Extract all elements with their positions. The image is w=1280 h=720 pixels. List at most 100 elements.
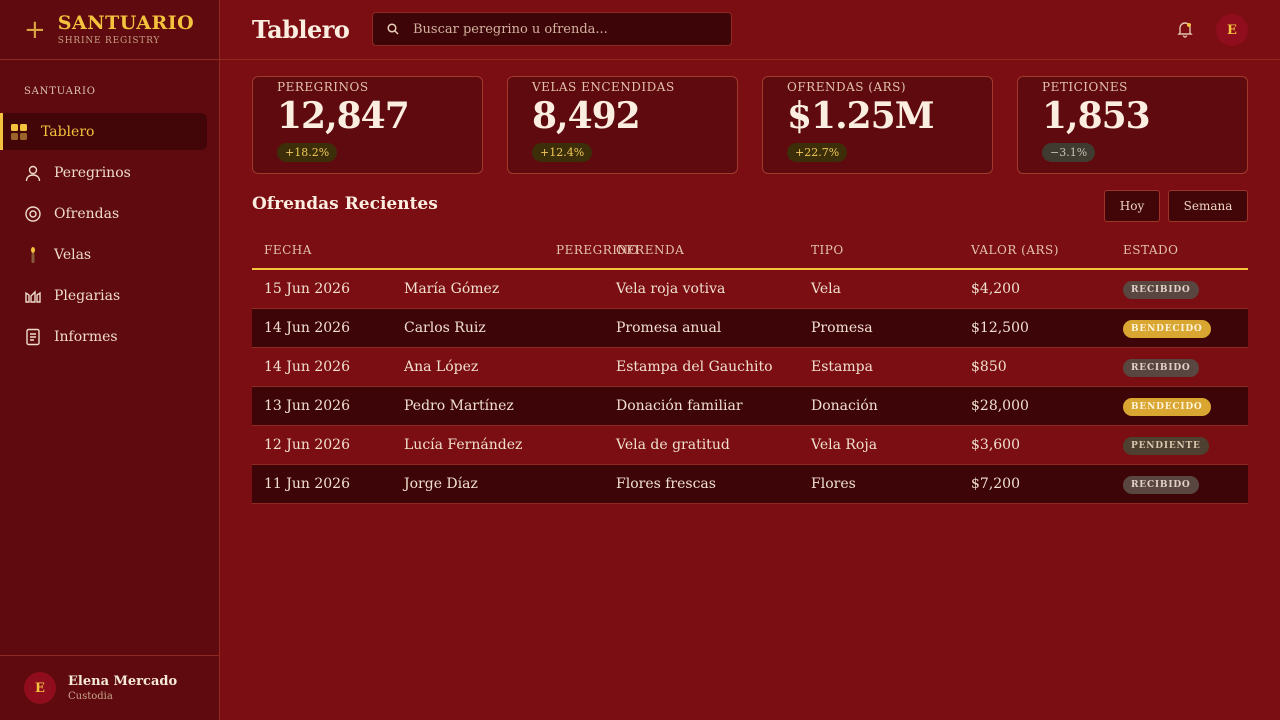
- hands-icon: [24, 287, 42, 305]
- stat-value: 8,492: [532, 95, 641, 137]
- table-cell: 13 Jun 2026: [264, 398, 350, 414]
- table-body: 15 Jun 2026 María Gómez Vela roja votiva Ve…: [252, 270, 1248, 504]
- offerings-table: FECHA PEREGRINO OFRENDA TIPO VALOR (ARS)…: [252, 232, 1248, 504]
- status-badge: RECIBIDO: [1123, 475, 1199, 494]
- sidebar: + SANTUARIO SHRINE REGISTRY SANTUARIO Ta…: [0, 0, 220, 720]
- stat-value: $1.25M: [787, 95, 935, 137]
- table-cell: $12,500: [971, 320, 1029, 336]
- table-cell: Estampa del Gauchito: [616, 359, 773, 375]
- filter-semana-button[interactable]: Semana: [1168, 190, 1248, 222]
- stat-card-peregrinos: PEREGRINOS 12,847 +18.2%: [252, 76, 483, 174]
- table-cell: Promesa: [811, 320, 873, 336]
- table-cell: 12 Jun 2026: [264, 437, 350, 453]
- status-badge: PENDIENTE: [1123, 436, 1209, 455]
- status-badge: RECIBIDO: [1123, 280, 1199, 299]
- person-icon: [24, 164, 42, 182]
- table-cell: Ana López: [404, 359, 479, 375]
- nav-section-label: SANTUARIO: [24, 86, 96, 97]
- user-name: Elena Mercado: [68, 674, 178, 689]
- column-header[interactable]: PEREGRINO: [404, 243, 638, 257]
- search-input[interactable]: [413, 21, 703, 37]
- table-cell: $4,200: [971, 281, 1020, 297]
- table-cell: $3,600: [971, 437, 1020, 453]
- table-row[interactable]: 14 Jun 2026 Ana López Estampa del Gauchito…: [252, 348, 1248, 387]
- sidebar-item-label: Informes: [54, 328, 118, 345]
- page-title: Tablero: [252, 15, 350, 44]
- section-title: Ofrendas Recientes: [252, 194, 438, 214]
- cross-icon: +: [24, 14, 46, 45]
- filter-hoy-button[interactable]: Hoy: [1104, 190, 1160, 222]
- search-icon: [387, 20, 399, 39]
- table-cell: Pedro Martínez: [404, 398, 514, 414]
- column-header[interactable]: VALOR (ARS): [971, 243, 1123, 257]
- stat-delta: +18.2%: [277, 143, 338, 162]
- table-cell: BENDECIDO: [1123, 397, 1248, 416]
- column-header[interactable]: TIPO: [811, 243, 971, 257]
- table-cell: Vela roja votiva: [616, 281, 726, 297]
- grid-icon: [10, 123, 28, 141]
- target-icon: [24, 205, 42, 223]
- stat-label: VELAS ENCENDIDAS: [532, 80, 675, 94]
- table-cell: BENDECIDO: [1123, 319, 1248, 338]
- table-row[interactable]: 15 Jun 2026 María Gómez Vela roja votiva Ve…: [252, 270, 1248, 309]
- stat-label: OFRENDAS (ARS): [787, 80, 907, 94]
- user-role: Custodia: [68, 691, 113, 702]
- table-header: FECHA PEREGRINO OFRENDA TIPO VALOR (ARS)…: [252, 232, 1248, 270]
- brand[interactable]: + SANTUARIO SHRINE REGISTRY: [0, 0, 219, 60]
- stat-label: PEREGRINOS: [277, 80, 369, 94]
- column-header[interactable]: ESTADO: [1123, 243, 1248, 257]
- candle-icon: [24, 246, 42, 264]
- sidebar-item-tablero[interactable]: Tablero: [0, 113, 207, 150]
- stat-card-peticiones: PETICIONES 1,853 −3.1%: [1017, 76, 1248, 174]
- sidebar-item-plegarias[interactable]: Plegarias: [0, 277, 207, 314]
- sidebar-item-ofrendas[interactable]: Ofrendas: [0, 195, 207, 232]
- table-cell: Jorge Díaz: [404, 476, 478, 492]
- sidebar-nav: Tablero Peregrinos Ofrendas Velas Plegar…: [0, 113, 219, 355]
- column-header[interactable]: FECHA: [252, 243, 404, 257]
- stat-card-ofrendas: OFRENDAS (ARS) $1.25M +22.7%: [762, 76, 993, 174]
- table-cell: Donación familiar: [616, 398, 743, 414]
- stat-delta: +12.4%: [532, 143, 593, 162]
- table-cell: 14 Jun 2026: [264, 359, 350, 375]
- table-cell: RECIBIDO: [1123, 358, 1248, 377]
- stat-card-velas: VELAS ENCENDIDAS 8,492 +12.4%: [507, 76, 738, 174]
- table-cell: Promesa anual: [616, 320, 722, 336]
- table-cell: $850: [971, 359, 1007, 375]
- table-cell: Carlos Ruiz: [404, 320, 486, 336]
- brand-subtitle: SHRINE REGISTRY: [57, 35, 161, 46]
- sidebar-item-velas[interactable]: Velas: [0, 236, 207, 273]
- table-row[interactable]: 11 Jun 2026 Jorge Díaz Flores frescas Flore…: [252, 465, 1248, 504]
- table-cell: RECIBIDO: [1123, 475, 1248, 494]
- table-cell: RECIBIDO: [1123, 280, 1248, 299]
- sidebar-item-peregrinos[interactable]: Peregrinos: [0, 154, 207, 191]
- table-cell: Vela Roja: [811, 437, 878, 453]
- user-profile[interactable]: E Elena Mercado Custodia: [0, 655, 219, 720]
- table-row[interactable]: 14 Jun 2026 Carlos Ruiz Promesa anual Prome…: [252, 309, 1248, 348]
- sidebar-item-informes[interactable]: Informes: [0, 318, 207, 355]
- table-cell: $28,000: [971, 398, 1029, 414]
- table-row[interactable]: 13 Jun 2026 Pedro Martínez Donación famili…: [252, 387, 1248, 426]
- table-cell: Flores: [811, 476, 856, 492]
- table-cell: 11 Jun 2026: [264, 476, 350, 492]
- table-cell: Donación: [811, 398, 878, 414]
- sidebar-item-label: Ofrendas: [54, 205, 120, 222]
- sidebar-item-label: Peregrinos: [54, 164, 131, 181]
- column-header[interactable]: OFRENDA: [616, 243, 811, 257]
- report-icon: [24, 328, 42, 346]
- bell-icon[interactable]: [1176, 20, 1194, 38]
- stat-value: 1,853: [1042, 95, 1151, 137]
- table-cell: Lucía Fernández: [404, 437, 523, 453]
- status-badge: BENDECIDO: [1123, 397, 1211, 416]
- table-cell: Estampa: [811, 359, 873, 375]
- status-badge: RECIBIDO: [1123, 358, 1199, 377]
- table-cell: $7,200: [971, 476, 1020, 492]
- sidebar-item-label: Tablero: [41, 123, 95, 140]
- search-box[interactable]: [372, 12, 732, 46]
- table-row[interactable]: 12 Jun 2026 Lucía Fernández Vela de gratit…: [252, 426, 1248, 465]
- table-cell: 14 Jun 2026: [264, 320, 350, 336]
- table-cell: Vela de gratitud: [616, 437, 730, 453]
- sidebar-item-label: Velas: [54, 246, 92, 263]
- header-avatar[interactable]: E: [1216, 14, 1248, 46]
- stat-delta: −3.1%: [1042, 143, 1096, 162]
- stat-delta: +22.7%: [787, 143, 848, 162]
